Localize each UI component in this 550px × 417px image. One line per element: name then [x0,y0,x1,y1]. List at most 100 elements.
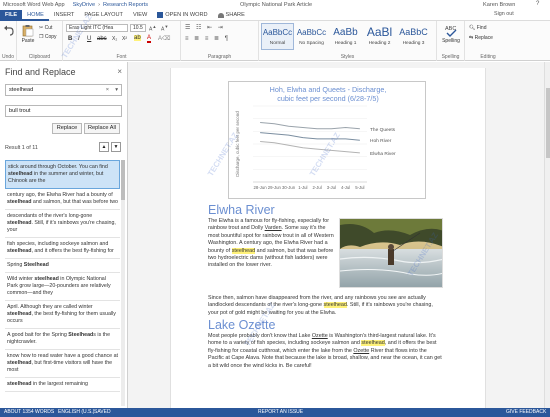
cut-button[interactable]: ✂ Cut [39,25,52,31]
search-result-item[interactable]: A good bait for the Spring Steelheads is… [5,329,120,350]
tab-page-layout[interactable]: PAGE LAYOUT [79,10,128,21]
italic-icon[interactable]: I [78,36,80,42]
list-icons[interactable]: ☰ ☷ ⇤ ⇥ [185,24,225,31]
clear-formatting-icon[interactable]: A⌫ [158,35,171,42]
search-match-highlight: steelhead [323,302,347,309]
underline-icon[interactable]: U [87,36,91,42]
superscript-icon[interactable]: X² [122,36,127,42]
font-size-field[interactable]: 10.5 [130,24,146,32]
help-icon[interactable]: ? [536,1,539,7]
font-name-field[interactable]: Eras Light ITC (Hea [66,24,128,32]
replace-input[interactable]: bull trout [5,105,122,117]
search-result-item[interactable]: know how to read water have a good chanc… [5,350,120,378]
language-indicator[interactable]: ENGLISH (U.S.) [58,408,94,417]
results-scrollbar-thumb[interactable] [121,160,125,200]
find-icon: 🔍︎ [469,25,476,31]
group-undo: Undo [0,21,17,61]
grow-font-icon[interactable]: A▲ [149,24,156,33]
copy-button[interactable]: ❐ Copy [39,34,57,40]
align-icons[interactable]: ≡ ≣ ≡ ≣ ¶ [185,35,230,42]
search-input[interactable]: steelhead × ▾ [5,84,122,96]
discharge-chart[interactable]: Hoh, Elwha and Queets - Discharge, cubic … [228,81,426,199]
result-match: Steelhead [68,332,94,338]
result-context: April. Although they are called winter [7,304,93,310]
document-canvas: Hoh, Elwha and Queets - Discharge, cubic … [128,62,550,408]
report-issue-link[interactable]: REPORT AN ISSUE [258,408,303,417]
results-scrollbar[interactable] [121,160,125,406]
paste-button[interactable]: Paste [19,24,37,44]
result-context: Spring [7,262,24,268]
style-normal[interactable]: AaBbCc Normal [261,23,294,50]
find-button[interactable]: 🔍︎ Find [469,25,486,31]
close-icon[interactable]: × [117,67,122,76]
next-result-button[interactable]: ▼ [111,142,121,152]
search-result-item[interactable]: century ago, the Elwha River had a bount… [5,189,120,210]
paragraph-ozette: Most people probably don't know that Lak… [208,333,444,370]
style-no-spacing[interactable]: AaBbCc No Spacing [295,23,328,50]
document-title: Olympic National Park Article [240,2,313,8]
chart-series-line [260,121,360,130]
tab-home[interactable]: HOME [22,10,49,21]
search-result-item[interactable]: April. Although they are called winter s… [5,301,120,329]
strikethrough-icon[interactable]: abc [97,36,107,42]
user-name[interactable]: Karen Brown [483,2,515,8]
give-feedback-link[interactable]: GIVE FEEDBACK [506,408,546,417]
chart-svg: Hoh, Elwha and Queets - Discharge,cubic … [235,85,396,190]
subscript-icon[interactable]: X₂ [112,36,117,42]
style-name: No Spacing [299,41,324,46]
search-result-item[interactable]: fish species, including sockeye salmon a… [5,238,120,259]
app-name: Microsoft Word Web App [3,2,65,8]
breadcrumb-folder[interactable]: Research Reports [103,2,148,8]
clear-search-icon[interactable]: × [106,85,109,95]
style-heading-2[interactable]: AaBl Heading 2 [363,23,396,50]
search-match-highlight: steelhead [231,247,256,254]
document-scrollbar-thumb[interactable] [546,88,550,158]
replace-button[interactable]: Replace [52,123,82,134]
document-page[interactable]: Hoh, Elwha and Queets - Discharge, cubic … [170,68,486,408]
find-replace-pane: Find and Replace × steelhead × ▾ bull tr… [0,62,128,408]
fisherman-river-image [340,219,442,287]
chart-x-tick-label: 4-Jul [341,185,350,190]
tab-insert[interactable]: INSERT [49,10,79,21]
font-color-icon[interactable]: A [147,35,152,43]
search-result-item[interactable]: descendants of the river's long-gone ste… [5,210,120,238]
tab-share[interactable]: SHARE [213,10,250,21]
spelling-button[interactable]: ABC Spelling [442,24,460,44]
previous-result-button[interactable]: ▲ [99,142,109,152]
result-context: A good bait for the Spring [7,332,69,338]
style-sample: AaBb [333,27,358,38]
undo-button[interactable] [0,24,18,38]
tab-open-in-word[interactable]: OPEN IN WORD [152,10,212,21]
style-heading-3[interactable]: AaBbC Heading 3 [397,23,430,50]
search-result-item[interactable]: Wild winter steelhead in Olympic Nationa… [5,273,120,301]
tab-view[interactable]: VIEW [128,10,152,21]
replace-button[interactable]: ⇆ Replace [469,35,493,41]
share-icon [217,12,224,18]
fly-fishing-photo[interactable] [339,218,443,288]
search-dropdown-icon[interactable]: ▾ [115,85,118,95]
bold-icon[interactable]: B [68,36,72,42]
shrink-font-icon[interactable]: A▼ [161,24,168,33]
group-font: Eras Light ITC (Hea 10.5 A▲ A▼ B I U abc… [63,21,181,61]
document-scrollbar[interactable] [544,62,550,408]
chart-legend-label: The Queets [370,127,396,133]
search-result-item[interactable]: steelhead in the largest remaining [5,378,120,392]
result-context: know how to read water have a good chanc… [7,353,119,359]
group-paragraph: ☰ ☷ ⇤ ⇥ ≡ ≣ ≡ ≣ ¶ Paragraph [181,21,259,61]
group-label-font: Font [116,54,127,60]
heading-elwha-river: Elwha River [208,203,275,217]
result-match: steelhead [7,220,32,226]
search-result-item[interactable]: stick around through October. You can fi… [5,160,120,189]
style-heading-1[interactable]: AaBb Heading 1 [329,23,362,50]
result-context: fish species, including sockeye salmon a… [7,241,109,247]
group-label-clipboard: Clipboard [28,54,51,60]
replace-all-button[interactable]: Replace All [84,123,120,134]
paragraph-elwha-1: The Elwha is a famous for fly-fishing, e… [208,218,334,270]
ribbon-tabs: FILE HOME INSERT PAGE LAYOUT VIEW OPEN I… [0,9,550,21]
search-result-item[interactable]: Spring Steelhead [5,259,120,273]
result-match: steelhead [7,311,32,317]
result-count: Result 1 of 11 [5,145,38,151]
tab-file[interactable]: FILE [0,9,23,21]
highlight-icon[interactable]: ab [134,35,141,41]
breadcrumb-root[interactable]: SkyDrive [73,2,95,8]
